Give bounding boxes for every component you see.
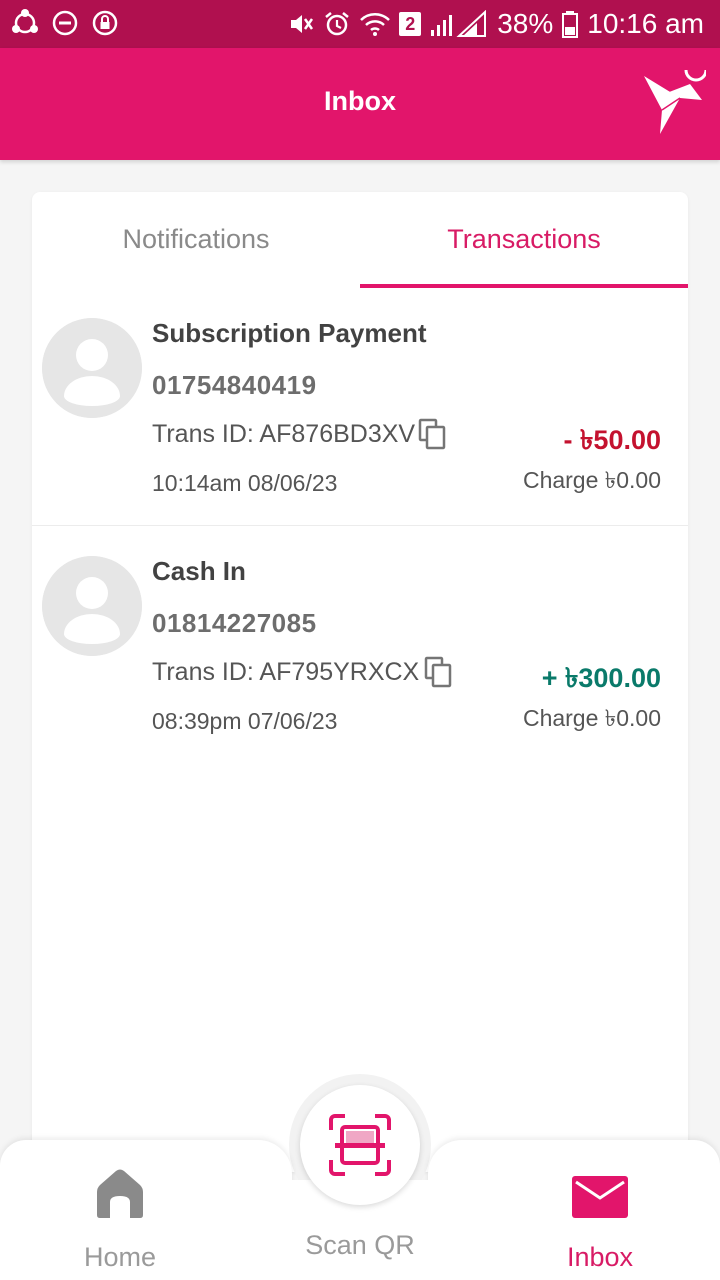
- nav-home[interactable]: Home: [60, 1168, 180, 1273]
- transaction-charge: Charge ৳0.00: [522, 705, 661, 731]
- transaction-item[interactable]: Cash In 01814227085 Trans ID: AF795YRXCX…: [32, 528, 688, 764]
- transaction-title: Cash In: [152, 556, 246, 586]
- avatar-icon: [42, 318, 142, 418]
- tab-bar: Notifications Transactions: [32, 192, 688, 288]
- signal-icon: [431, 10, 487, 37]
- transaction-item[interactable]: Subscription Payment 01754840419 Trans I…: [32, 290, 688, 526]
- transaction-title: Subscription Payment: [152, 318, 427, 348]
- transaction-time: 10:14am 08/06/23: [152, 470, 338, 496]
- tab-notifications[interactable]: Notifications: [32, 192, 360, 288]
- transaction-number: 01754840419: [152, 370, 317, 400]
- logo-icon[interactable]: [640, 70, 706, 136]
- sim-badge: 2: [399, 12, 422, 36]
- do-not-disturb-icon: [52, 10, 78, 36]
- app-bar: Inbox: [0, 48, 720, 160]
- avatar-icon: [42, 556, 142, 656]
- clock: 10:16 am: [587, 8, 704, 39]
- status-bar: 2 38% 10:16 am: [0, 0, 720, 48]
- wifi-icon: [360, 13, 391, 36]
- page-title: Inbox: [324, 86, 396, 116]
- transaction-charge: Charge ৳0.00: [522, 467, 661, 493]
- alarm-icon: [325, 12, 349, 36]
- nav-home-label: Home: [83, 1242, 157, 1272]
- nav-scan-label[interactable]: Scan QR: [290, 1230, 430, 1261]
- copy-icon[interactable]: [418, 418, 448, 450]
- bottom-nav: Home Scan QR Inbox: [0, 1074, 720, 1280]
- scan-qr-button[interactable]: [300, 1085, 420, 1205]
- battery-icon: [562, 11, 579, 38]
- mail-icon: [572, 1176, 628, 1218]
- transaction-amount: + ৳300.00: [541, 663, 661, 693]
- transaction-amount: - ৳50.00: [563, 425, 661, 455]
- copy-icon[interactable]: [424, 656, 454, 688]
- transaction-id: Trans ID: AF795YRXCX: [152, 658, 420, 686]
- transaction-time: 08:39pm 07/06/23: [152, 708, 338, 734]
- scan-qr-icon: [329, 1114, 391, 1176]
- battery-percent: 38%: [497, 8, 554, 39]
- nav-inbox[interactable]: Inbox: [540, 1176, 660, 1273]
- transaction-id: Trans ID: AF876BD3XV: [152, 420, 416, 448]
- home-icon: [97, 1169, 143, 1218]
- mute-icon: [291, 15, 314, 33]
- share-icon: [12, 9, 38, 34]
- transaction-number: 01814227085: [152, 608, 317, 638]
- tab-transactions[interactable]: Transactions: [360, 192, 688, 288]
- inbox-card: Notifications Transactions Subscription …: [32, 192, 688, 1172]
- nav-inbox-label: Inbox: [566, 1242, 634, 1272]
- tab-indicator: [360, 284, 688, 288]
- lock-icon: [92, 10, 118, 36]
